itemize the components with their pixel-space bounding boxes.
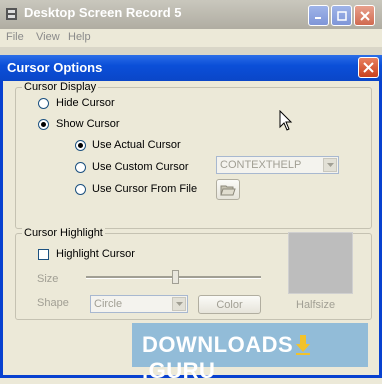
highlight-color-swatch bbox=[288, 232, 353, 294]
download-arrow-icon bbox=[296, 335, 311, 355]
close-icon bbox=[359, 10, 370, 21]
size-label: Size bbox=[37, 273, 59, 285]
highlight-cursor-label[interactable]: Highlight Cursor bbox=[56, 248, 135, 260]
cursor-highlight-label: Cursor Highlight bbox=[22, 227, 105, 239]
halfsize-label: Halfsize bbox=[296, 299, 336, 311]
custom-cursor-select[interactable]: CONTEXTHELP bbox=[216, 156, 339, 174]
size-slider-thumb[interactable] bbox=[172, 270, 179, 284]
menu-file[interactable]: File bbox=[6, 31, 24, 43]
cursor-display-label: Cursor Display bbox=[22, 81, 99, 93]
show-cursor-label[interactable]: Show Cursor bbox=[56, 118, 120, 130]
use-custom-cursor-label[interactable]: Use Custom Cursor bbox=[92, 161, 189, 173]
maximize-icon bbox=[336, 10, 347, 21]
dialog-title-bar: Cursor Options bbox=[0, 55, 382, 81]
shape-select[interactable]: Circle bbox=[90, 295, 188, 313]
chevron-down-icon bbox=[172, 297, 186, 311]
minimize-icon bbox=[315, 17, 321, 19]
color-button[interactable]: Color bbox=[198, 295, 261, 314]
app-title-bar: Desktop Screen Record 5 bbox=[0, 0, 382, 29]
use-actual-cursor-radio[interactable] bbox=[75, 140, 86, 151]
folder-open-icon bbox=[220, 185, 236, 196]
watermark-text: DOWNLOADS.GURU bbox=[142, 332, 368, 384]
dialog-close-button[interactable] bbox=[358, 57, 379, 78]
dialog-title: Cursor Options bbox=[7, 60, 103, 75]
mouse-pointer-icon bbox=[279, 110, 293, 131]
show-cursor-radio[interactable] bbox=[38, 119, 49, 130]
use-cursor-from-file-label[interactable]: Use Cursor From File bbox=[92, 183, 197, 195]
use-actual-cursor-label[interactable]: Use Actual Cursor bbox=[92, 139, 181, 151]
cursor-highlight-group: Cursor Highlight Highlight Cursor Size S… bbox=[15, 227, 372, 320]
hide-cursor-label[interactable]: Hide Cursor bbox=[56, 97, 115, 109]
app-toolbar-strip bbox=[0, 47, 382, 55]
close-icon bbox=[363, 62, 374, 73]
app-menu-bar: File View Help bbox=[0, 29, 382, 48]
menu-help[interactable]: Help bbox=[68, 31, 91, 43]
app-close-button[interactable] bbox=[354, 5, 375, 26]
watermark-banner: DOWNLOADS.GURU bbox=[132, 323, 368, 383]
shape-label: Shape bbox=[37, 297, 69, 309]
chevron-down-icon bbox=[323, 158, 337, 172]
app-title: Desktop Screen Record 5 bbox=[24, 5, 182, 20]
cursor-display-group: Cursor Display Hide Cursor Show Cursor U… bbox=[15, 81, 372, 229]
use-cursor-from-file-radio[interactable] bbox=[75, 184, 86, 195]
film-reel-icon bbox=[6, 8, 17, 20]
highlight-cursor-checkbox[interactable] bbox=[38, 249, 49, 260]
browse-file-button[interactable] bbox=[216, 179, 240, 200]
menu-view[interactable]: View bbox=[36, 31, 60, 43]
maximize-button[interactable] bbox=[331, 5, 352, 26]
use-custom-cursor-radio[interactable] bbox=[75, 162, 86, 173]
minimize-button[interactable] bbox=[308, 5, 329, 26]
shape-value: Circle bbox=[94, 298, 123, 310]
custom-cursor-value: CONTEXTHELP bbox=[220, 159, 302, 171]
hide-cursor-radio[interactable] bbox=[38, 98, 49, 109]
